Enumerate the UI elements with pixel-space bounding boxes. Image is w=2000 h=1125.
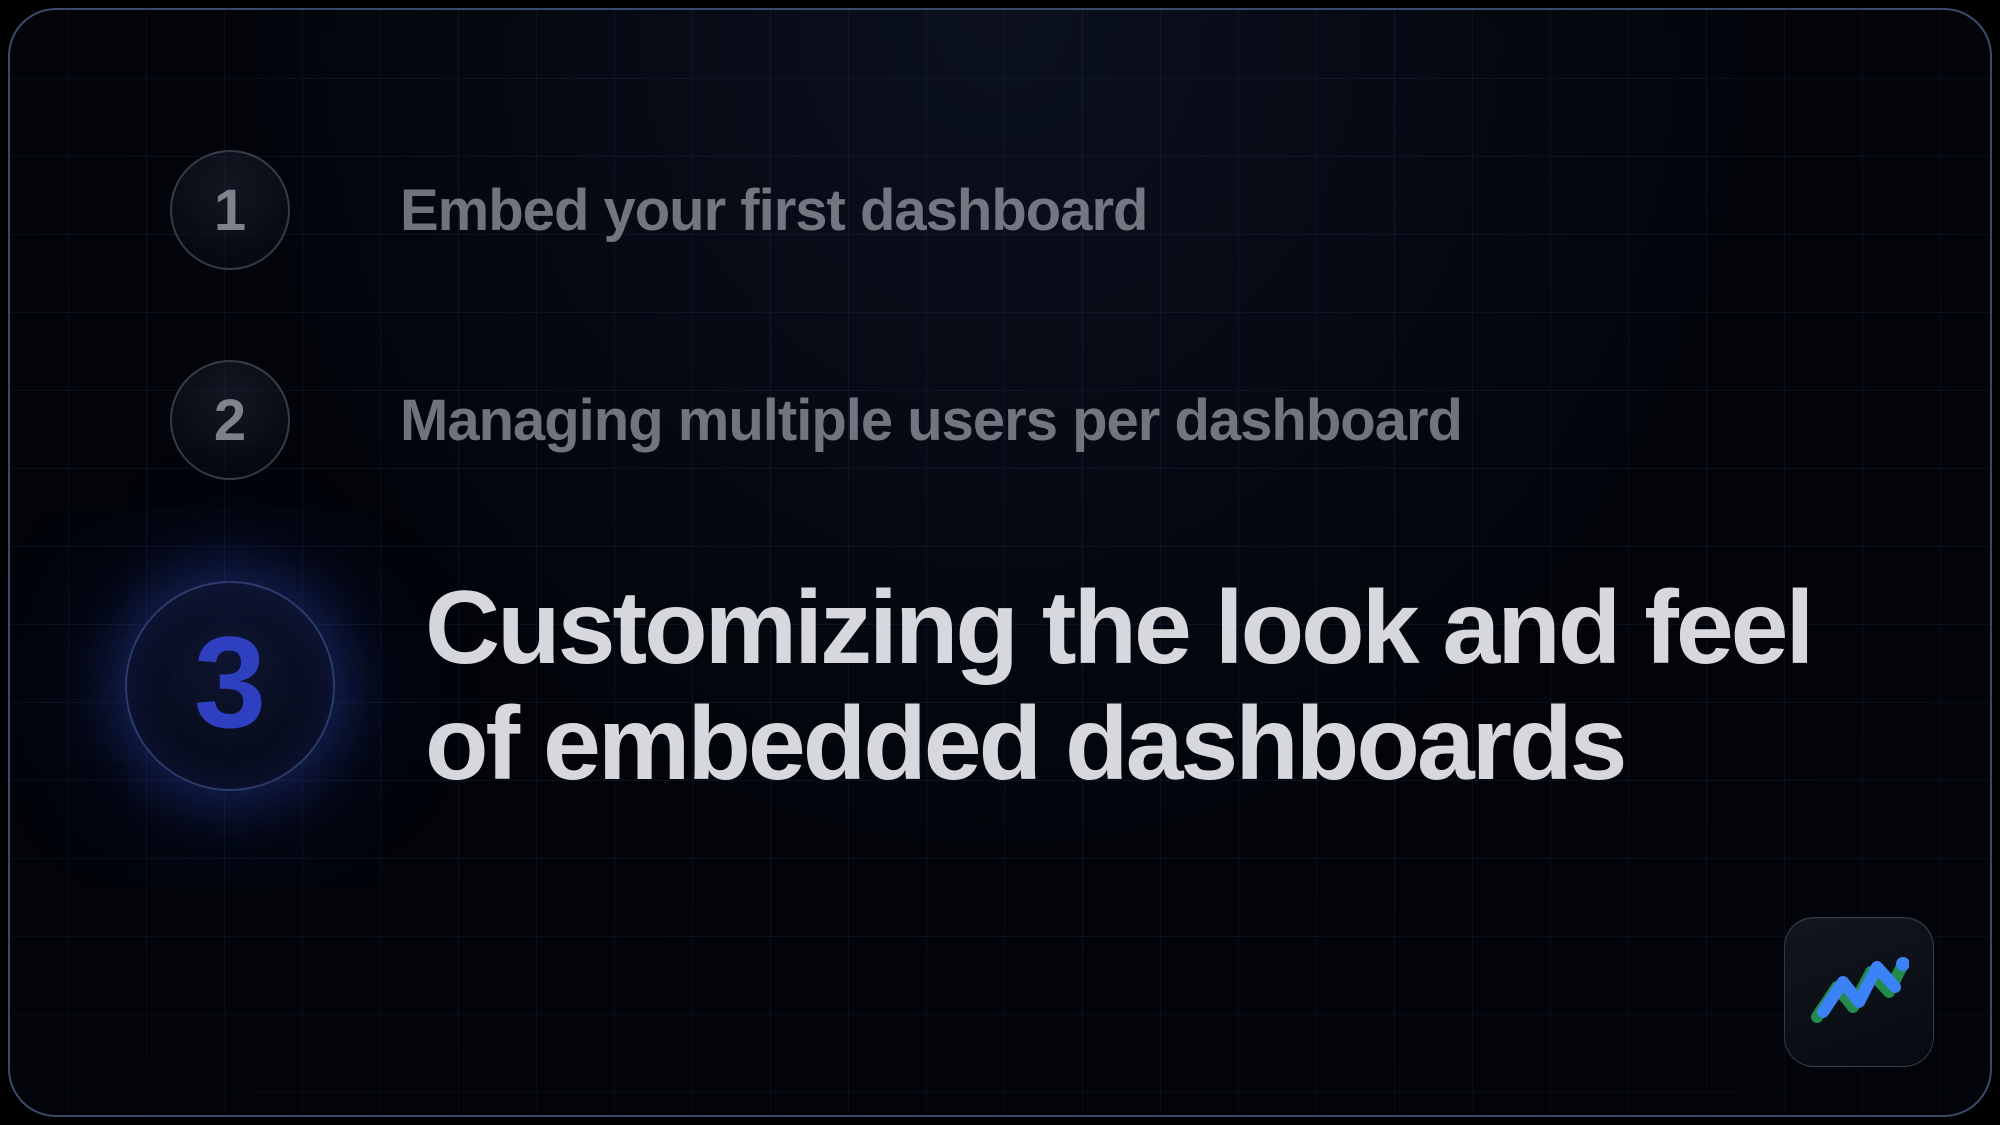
step-badge-1: 1 (170, 150, 290, 270)
step-badge-2: 2 (170, 360, 290, 480)
step-label: Managing multiple users per dashboard (400, 387, 1462, 454)
slide-frame: 1 Embed your first dashboard 2 Managing … (8, 8, 1992, 1117)
step-number: 3 (194, 617, 266, 747)
step-badge-3-active: 3 (125, 581, 335, 791)
logo-card (1784, 917, 1934, 1067)
steps-list: 1 Embed your first dashboard 2 Managing … (10, 10, 1990, 1115)
step-number: 2 (214, 387, 246, 454)
step-label: Embed your first dashboard (400, 177, 1147, 244)
step-number: 1 (214, 177, 246, 244)
step-1: 1 Embed your first dashboard (170, 150, 1870, 270)
step-3-active: 3 Customizing the look and feel of embed… (170, 570, 1870, 803)
step-label-active: Customizing the look and feel of embedde… (425, 570, 1845, 803)
step-2: 2 Managing multiple users per dashboard (170, 360, 1870, 480)
chart-line-icon (1809, 952, 1909, 1032)
